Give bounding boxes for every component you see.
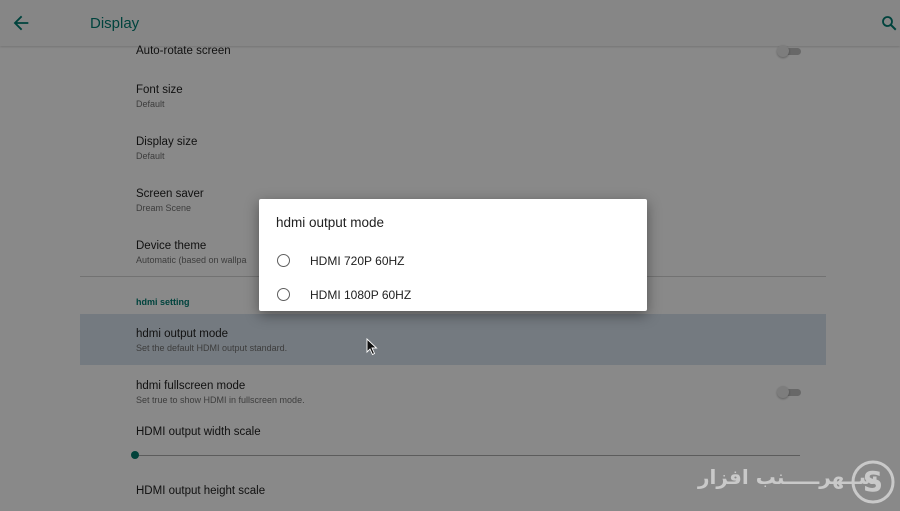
dialog-option-label: HDMI 720P 60HZ	[310, 254, 405, 268]
dialog-option-label: HDMI 1080P 60HZ	[310, 288, 412, 302]
dialog-option-1080p[interactable]: HDMI 1080P 60HZ	[259, 278, 647, 312]
s-logo-icon: S	[851, 460, 895, 504]
hdmi-output-mode-dialog: hdmi output mode HDMI 720P 60HZ HDMI 108…	[259, 199, 647, 311]
watermark: ســهرـــــنب افزار S	[698, 457, 896, 507]
dialog-option-720p[interactable]: HDMI 720P 60HZ	[259, 244, 647, 278]
mouse-pointer-icon	[366, 338, 378, 356]
radio-button[interactable]	[277, 288, 290, 301]
dialog-title: hdmi output mode	[276, 215, 385, 230]
radio-button[interactable]	[277, 254, 290, 267]
svg-text:S: S	[863, 465, 883, 498]
